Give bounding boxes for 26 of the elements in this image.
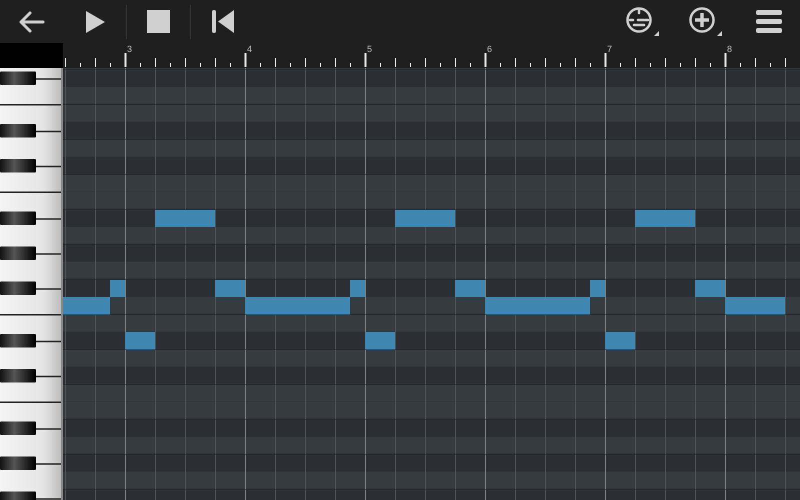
grid-row[interactable] (63, 280, 800, 297)
back-arrow-icon (18, 10, 44, 32)
piano-keyboard-drawing[interactable] (0, 68, 63, 500)
plus-circle-icon (688, 6, 722, 36)
bar-number: 6 (487, 44, 492, 54)
note-block[interactable] (350, 280, 365, 297)
note-block[interactable] (635, 210, 695, 227)
bar-number: 3 (127, 44, 132, 54)
note-block[interactable] (590, 280, 605, 297)
note-block[interactable] (155, 210, 215, 227)
note-block[interactable] (395, 210, 455, 227)
bar-number: 7 (607, 44, 612, 54)
note-block[interactable] (695, 280, 725, 297)
play-icon (84, 10, 104, 32)
menu-icon (756, 10, 782, 33)
grid-row[interactable] (63, 210, 800, 227)
gauge-icon (626, 6, 660, 36)
note-block[interactable] (110, 280, 125, 297)
bar-number: 5 (367, 44, 372, 54)
bar-number: 4 (247, 44, 252, 54)
bar-number: 8 (727, 44, 732, 54)
note-block[interactable] (215, 280, 245, 297)
corner-block (0, 43, 63, 68)
note-block[interactable] (455, 280, 485, 297)
skip-to-start-icon (212, 10, 234, 33)
stop-icon (147, 10, 170, 33)
